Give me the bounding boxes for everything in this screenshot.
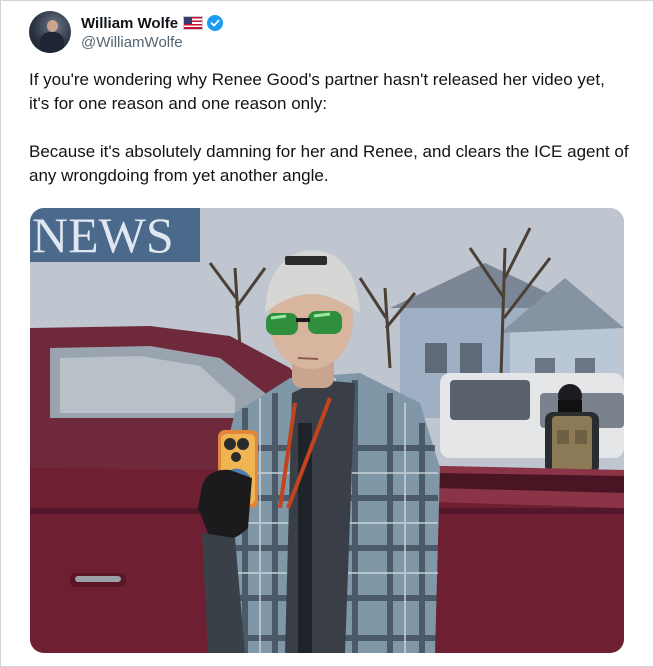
tweet-card: William Wolfe @WilliamWolfe If you're wo… <box>0 0 654 667</box>
author-name[interactable]: William Wolfe <box>81 15 178 32</box>
us-flag-icon <box>183 16 204 30</box>
avatar[interactable] <box>29 11 71 53</box>
tweet-paragraph-1: If you're wondering why Renee Good's par… <box>29 70 605 113</box>
tweet-media-image[interactable]: NEWS <box>30 208 624 653</box>
author-name-row: William Wolfe <box>81 13 224 33</box>
author-handle[interactable]: @WilliamWolfe <box>81 34 223 51</box>
tweet-paragraph-2: Because it's absolutely damning for her … <box>29 142 629 185</box>
author-block: William Wolfe @WilliamWolfe <box>81 13 224 51</box>
tweet-header: William Wolfe @WilliamWolfe <box>29 11 224 53</box>
media-photo: NEWS <box>30 208 624 653</box>
verified-badge-icon <box>207 15 224 31</box>
news-watermark: NEWS <box>32 208 174 263</box>
tweet-text: If you're wondering why Renee Good's par… <box>29 68 629 188</box>
